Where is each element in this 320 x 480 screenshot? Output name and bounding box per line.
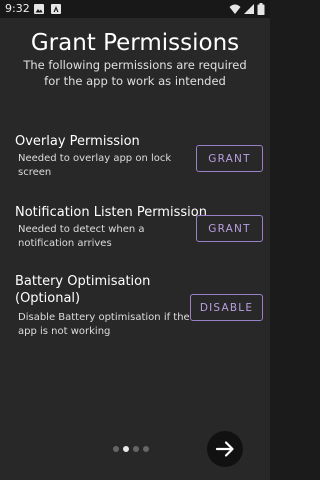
notification-permission-description: Needed to detect when a notification arr… bbox=[18, 224, 145, 249]
page-dot bbox=[133, 446, 139, 452]
signal-icon bbox=[244, 4, 254, 14]
status-bar: 9:32 bbox=[0, 0, 270, 18]
battery-optimisation-description: Disable Battery optimisation if the app … bbox=[18, 312, 190, 337]
notification-permission-title: Notification Listen Permission bbox=[15, 205, 207, 220]
battery-icon bbox=[257, 3, 265, 15]
grant-notification-button[interactable]: GRANT bbox=[196, 215, 263, 242]
arrow-right-icon bbox=[215, 441, 234, 457]
status-time: 9:32 bbox=[5, 2, 30, 15]
page-dot-active bbox=[123, 446, 129, 452]
disable-battery-optimisation-button[interactable]: DISABLE bbox=[190, 294, 263, 321]
overlay-permission-description: Needed to overlay app on lock screen bbox=[18, 153, 172, 178]
battery-optimisation-title: Battery Optimisation (Optional) bbox=[15, 274, 151, 306]
page-title: Grant Permissions bbox=[30, 30, 240, 56]
next-button[interactable] bbox=[207, 431, 243, 467]
overlay-permission-title: Overlay Permission bbox=[15, 134, 140, 149]
image-icon bbox=[34, 4, 44, 14]
page-dot bbox=[113, 446, 119, 452]
grant-overlay-button[interactable]: GRANT bbox=[196, 145, 263, 172]
page-subtitle: The following permissions are required f… bbox=[23, 58, 247, 88]
notification-a-icon bbox=[51, 4, 61, 14]
page-dot bbox=[143, 446, 149, 452]
wifi-icon bbox=[229, 4, 241, 14]
